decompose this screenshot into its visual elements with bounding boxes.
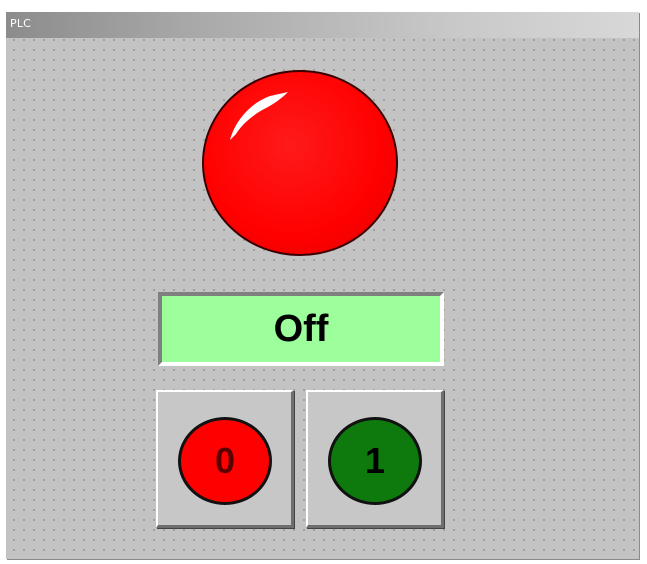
window-title: PLC — [10, 17, 32, 30]
plc-window: PLC Off 0 1 — [6, 12, 639, 559]
indicator-lamp — [202, 70, 398, 256]
status-text: Off — [273, 307, 329, 350]
off-button-circle: 0 — [178, 417, 272, 505]
title-bar[interactable]: PLC — [6, 12, 639, 38]
off-button[interactable]: 0 — [156, 390, 294, 528]
lamp-highlight-icon — [230, 92, 288, 140]
on-button-label: 1 — [364, 440, 386, 481]
off-button-label: 0 — [214, 440, 236, 481]
status-display: Off — [158, 292, 444, 366]
on-button-circle: 1 — [328, 417, 422, 505]
on-button[interactable]: 1 — [306, 390, 444, 528]
